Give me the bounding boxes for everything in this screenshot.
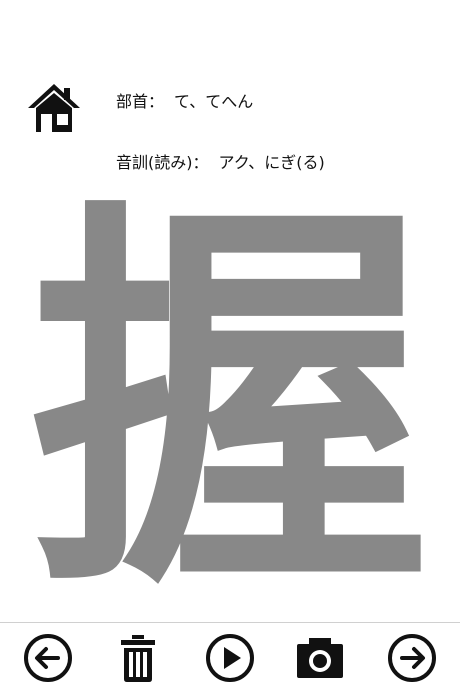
- reading-info: 音訓(読み)： アク、にぎ(る): [116, 149, 325, 173]
- radical-value: て、てへん: [174, 92, 254, 111]
- camera-button[interactable]: [294, 632, 346, 684]
- arrow-left-circle-icon: [24, 634, 72, 682]
- next-button[interactable]: [386, 632, 438, 684]
- home-icon: [28, 84, 80, 132]
- radical-label: 部首：: [116, 92, 165, 111]
- play-circle-icon: [206, 634, 254, 682]
- bottom-toolbar: [0, 622, 460, 690]
- kanji-detail-screen: 部首： て、てへん 音訓(読み)： アク、にぎ(る) 握: [0, 0, 460, 690]
- radical-info: 部首： て、てへん: [116, 88, 253, 112]
- previous-button[interactable]: [22, 632, 74, 684]
- delete-button[interactable]: [112, 632, 164, 684]
- home-button[interactable]: [26, 82, 82, 134]
- reading-label: 音訓(読み)：: [116, 153, 209, 172]
- kanji-display-area: 握: [0, 188, 460, 622]
- play-button[interactable]: [204, 632, 256, 684]
- arrow-right-circle-icon: [388, 634, 436, 682]
- camera-icon: [297, 638, 343, 678]
- trash-icon: [121, 635, 155, 682]
- kanji-character: 握: [30, 188, 430, 622]
- reading-value: アク、にぎ(る): [218, 153, 325, 172]
